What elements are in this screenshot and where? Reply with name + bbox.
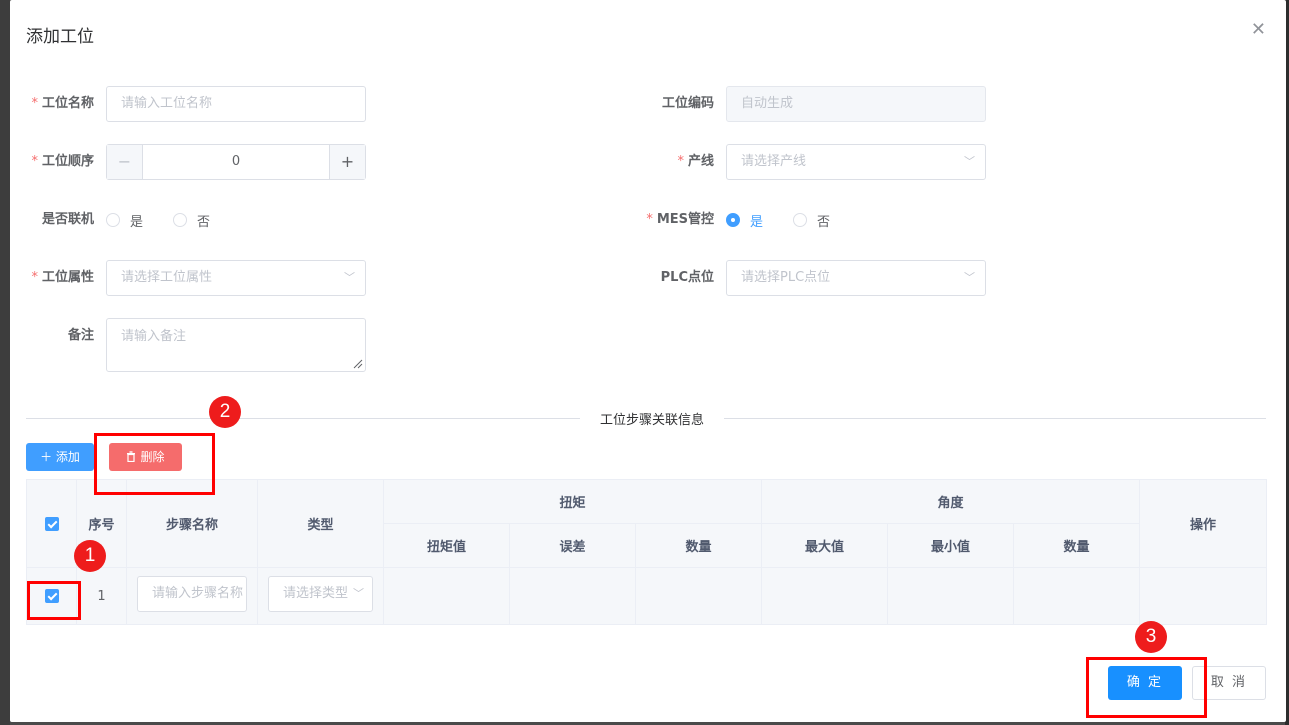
plc-point-select[interactable]: 请选择PLC点位 ﹀ [726, 260, 986, 296]
station-code-label: 工位编码 [661, 96, 714, 111]
mes-control-label: * MES管控 [646, 212, 714, 227]
radio-label: 是 [130, 214, 144, 230]
remark-placeholder: 请输入备注 [121, 329, 187, 344]
select-all-checkbox[interactable] [44, 516, 59, 531]
station-order-value[interactable]: 0 [143, 145, 329, 179]
annotation-badge-3: 3 [1135, 621, 1167, 653]
station-name-input[interactable]: 请输入工位名称 [106, 86, 366, 122]
mes-radio-group: 是 否 [726, 202, 860, 238]
close-icon[interactable]: ✕ [1251, 20, 1266, 40]
add-button-label: 添加 [55, 450, 80, 464]
chevron-down-icon: ﹀ [344, 271, 355, 284]
annotation-badge-2: 2 [209, 396, 241, 428]
increment-button[interactable]: + [329, 145, 365, 179]
header-min: 最小值 [887, 523, 1015, 568]
plc-point-placeholder: 请选择PLC点位 [741, 270, 831, 285]
station-name-label: * 工位名称 [31, 96, 94, 111]
add-button[interactable]: ＋ 添加 [26, 443, 94, 471]
mes-radio-yes[interactable]: 是 [726, 211, 763, 230]
steps-table: 序号 步骤名称 类型 扭矩 角度 操作 扭矩值 误差 数量 最大值 最小值 数量… [26, 479, 1268, 625]
header-torque-value: 扭矩值 [383, 523, 510, 568]
header-angle: 角度 [761, 479, 1141, 524]
radio-circle[interactable] [106, 213, 120, 227]
radio-label: 否 [817, 214, 831, 230]
chevron-down-icon: ﹀ [964, 271, 975, 284]
production-line-placeholder: 请选择产线 [741, 154, 807, 169]
resize-handle-icon[interactable] [353, 359, 363, 369]
step-name-input[interactable]: 请输入步骤名称 [137, 576, 247, 612]
radio-label: 是 [750, 214, 764, 230]
remark-textarea[interactable]: 请输入备注 [106, 318, 366, 372]
online-radio-no[interactable]: 否 [173, 211, 210, 230]
row-tolerance [509, 567, 636, 625]
radio-circle-checked[interactable] [726, 213, 740, 227]
production-line-select[interactable]: 请选择产线 ﹀ [726, 144, 986, 180]
row-max [761, 567, 889, 625]
table-row: 1 请输入步骤名称 请选择类型 ﹀ [26, 567, 1268, 625]
station-attr-label: * 工位属性 [31, 270, 94, 285]
row-min [887, 567, 1015, 625]
plc-point-label: PLC点位 [660, 270, 714, 285]
row-seq: 1 [76, 567, 127, 625]
annotation-box-2 [94, 433, 215, 495]
section-title: 工位步骤关联信息 [580, 409, 725, 428]
type-select-placeholder: 请选择类型 [283, 586, 349, 601]
station-attr-placeholder: 请选择工位属性 [121, 270, 213, 285]
station-attr-select[interactable]: 请选择工位属性 ﹀ [106, 260, 366, 296]
dialog-title: 添加工位 [26, 27, 94, 47]
row-angle-qty [1013, 567, 1141, 625]
row-action [1139, 567, 1268, 625]
annotation-box-3 [1086, 657, 1207, 718]
annotation-badge-1: 1 [74, 540, 106, 572]
chevron-down-icon: ﹀ [353, 587, 364, 600]
remark-label: 备注 [67, 328, 94, 343]
production-line-label: * 产线 [677, 154, 714, 169]
station-code-input: 自动生成 [726, 86, 986, 122]
header-max: 最大值 [761, 523, 889, 568]
header-action: 操作 [1139, 479, 1268, 568]
online-radio-group: 是 否 [106, 202, 240, 238]
header-torque-qty: 数量 [634, 523, 763, 568]
mes-radio-no[interactable]: 否 [793, 211, 830, 230]
select-all-header[interactable] [26, 479, 77, 568]
header-tolerance: 误差 [509, 523, 636, 568]
radio-circle[interactable] [173, 213, 188, 227]
online-label: 是否联机 [41, 212, 94, 227]
online-radio-yes[interactable]: 是 [106, 211, 143, 230]
station-order-stepper[interactable]: − 0 + [106, 144, 366, 180]
radio-circle[interactable] [793, 213, 808, 227]
row-step-name-cell: 请输入步骤名称 [126, 567, 258, 625]
header-type: 类型 [257, 479, 384, 568]
annotation-box-1 [27, 581, 81, 620]
chevron-down-icon: ﹀ [964, 155, 975, 168]
type-select[interactable]: 请选择类型 ﹀ [268, 576, 373, 612]
row-torque-qty [634, 567, 763, 625]
decrement-button[interactable]: − [107, 145, 143, 179]
row-type-cell: 请选择类型 ﹀ [257, 567, 384, 625]
header-angle-qty: 数量 [1013, 523, 1141, 568]
add-station-dialog: 添加工位 ✕ * 工位名称 请输入工位名称 工位编码 自动生成 * 工位顺序 − 0… [10, 0, 1286, 722]
radio-label: 否 [197, 214, 211, 230]
row-torque-value [383, 567, 510, 625]
plus-icon: ＋ [40, 450, 56, 464]
station-order-label: * 工位顺序 [31, 154, 94, 169]
header-torque: 扭矩 [382, 479, 763, 524]
